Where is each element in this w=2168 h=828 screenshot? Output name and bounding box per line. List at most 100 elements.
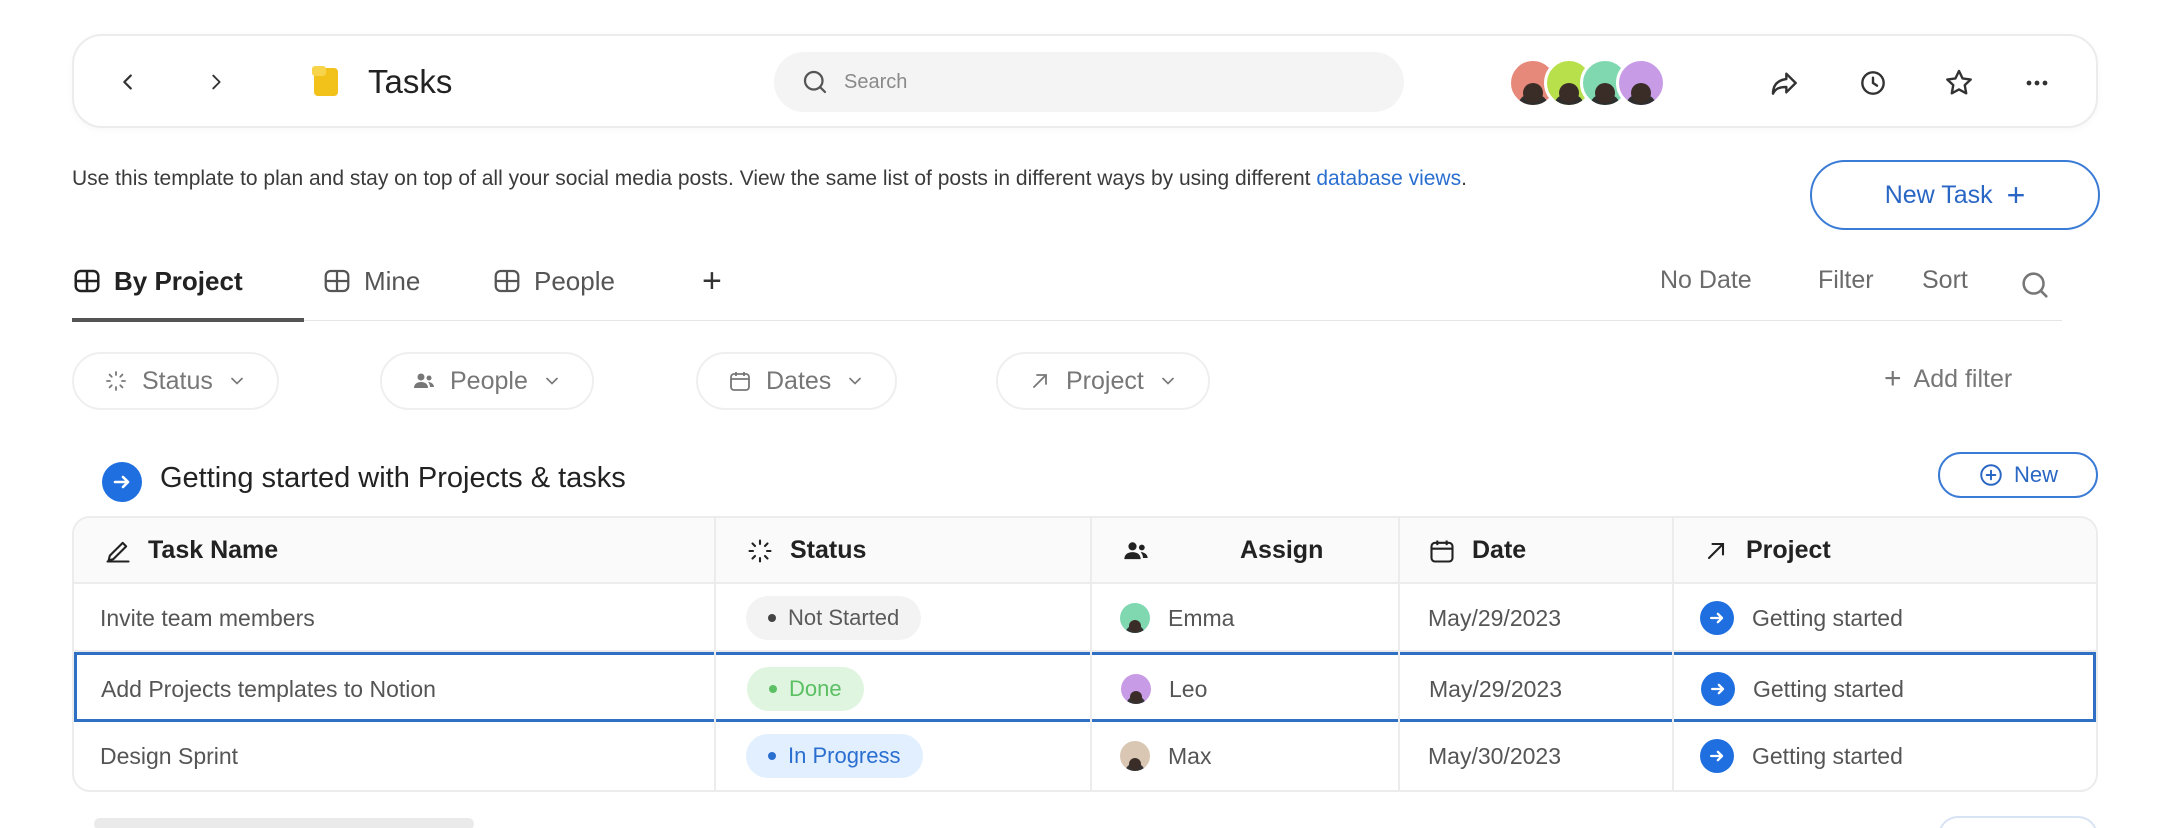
next-group-heading-partial <box>94 818 474 828</box>
database-views-link[interactable]: database views <box>1316 167 1461 190</box>
date-cell[interactable]: May/30/2023 <box>1428 722 1561 790</box>
chip-label: Project <box>1066 366 1144 395</box>
date-cell[interactable]: May/29/2023 <box>1428 584 1561 652</box>
forward-arrow-icon[interactable] <box>192 58 240 106</box>
back-arrow-icon[interactable] <box>104 58 152 106</box>
page-title: Tasks <box>368 63 453 100</box>
task-name-cell[interactable]: Invite team members <box>100 584 315 652</box>
task-name-cell[interactable]: Add Projects templates to Notion <box>101 655 436 723</box>
calendar-icon <box>1430 540 1454 563</box>
column-header-project[interactable]: Project <box>1702 536 1831 565</box>
search-bar[interactable] <box>774 52 1404 112</box>
project-name: Getting started <box>1752 604 1903 631</box>
assignee-name: Max <box>1168 742 1212 769</box>
tabs-divider <box>72 320 2062 321</box>
chevron-down-icon <box>546 377 558 385</box>
status-badge: In Progress <box>746 734 923 778</box>
column-divider <box>714 518 716 790</box>
project-cell[interactable]: Getting started <box>1701 655 1904 723</box>
chevron-down-icon <box>1161 377 1174 385</box>
next-group-new-button-partial[interactable] <box>1938 816 2098 828</box>
filter-button[interactable]: Filter <box>1818 266 1874 295</box>
status-label: Done <box>789 676 842 701</box>
star-icon[interactable] <box>1936 60 1982 106</box>
add-filter-button[interactable]: + Add filter <box>1884 362 2012 396</box>
search-icon <box>803 70 827 94</box>
add-view-button[interactable]: + <box>702 262 722 301</box>
task-name-cell[interactable]: Design Sprint <box>100 722 238 790</box>
status-dot <box>768 614 776 622</box>
project-cell[interactable]: Getting started <box>1700 584 1903 652</box>
description-suffix: . <box>1461 167 1467 190</box>
plus-icon: + <box>2006 177 2026 213</box>
more-options-icon[interactable] <box>2014 60 2060 106</box>
status-badge: Not Started <box>746 596 922 640</box>
new-task-button[interactable]: New Task + <box>1810 160 2100 230</box>
status-filter-chip[interactable]: Status <box>72 352 279 410</box>
date-cell[interactable]: May/29/2023 <box>1429 655 1562 723</box>
avatar <box>1120 603 1150 633</box>
header-label: Status <box>790 536 867 564</box>
table-row[interactable]: Add Projects templates to Notion Done Le… <box>74 652 2096 722</box>
new-label: New <box>2013 462 2058 487</box>
status-cell[interactable]: Done <box>747 655 864 723</box>
table-row[interactable]: Design Sprint In Progress Max May/30/202… <box>74 722 2096 790</box>
assignee-name: Leo <box>1169 675 1208 702</box>
chip-label: Dates <box>766 366 832 395</box>
folder-icon <box>312 66 338 96</box>
assignee-cell[interactable]: Leo <box>1121 655 1207 723</box>
table-header: Task Name Status Assign Date Project <box>74 518 2096 584</box>
description-text: Use this template to plan and stay on to… <box>72 167 1317 190</box>
status-cell[interactable]: In Progress <box>746 722 923 790</box>
tasks-table: Task Name Status Assign Date Project Inv… <box>72 516 2098 792</box>
table-grid-icon <box>324 269 350 293</box>
status-label: Not Started <box>788 605 900 630</box>
people-filter-chip[interactable]: People <box>380 352 594 410</box>
column-header-assign[interactable]: Assign <box>1122 536 1323 565</box>
project-name: Getting started <box>1752 742 1903 769</box>
history-clock-icon[interactable] <box>1850 60 1896 106</box>
sort-button[interactable]: Sort <box>1922 266 1968 295</box>
avatar[interactable] <box>1616 58 1666 108</box>
status-badge: Done <box>747 667 864 711</box>
column-header-status[interactable]: Status <box>746 536 866 565</box>
tab-mine[interactable]: Mine <box>322 258 420 318</box>
new-row-button[interactable]: New <box>1938 452 2098 498</box>
tab-label: People <box>534 266 615 296</box>
column-divider <box>1398 518 1400 790</box>
top-bar: Tasks <box>72 34 2098 128</box>
tab-people[interactable]: People <box>492 258 615 318</box>
project-arrow-icon <box>1700 601 1734 635</box>
search-icon[interactable] <box>2018 268 2052 302</box>
table-grid-icon <box>74 269 100 293</box>
project-filter-chip[interactable]: Project <box>996 352 1210 410</box>
dates-filter-chip[interactable]: Dates <box>696 352 898 410</box>
tab-label: Mine <box>364 266 421 296</box>
tab-by-project[interactable]: By Project <box>72 258 243 318</box>
assignee-cell[interactable]: Max <box>1120 722 1211 790</box>
new-task-label: New Task <box>1884 180 1993 209</box>
chip-label: Status <box>142 366 213 395</box>
plus-icon: + <box>1884 362 1902 395</box>
avatar <box>1120 741 1150 771</box>
status-cell[interactable]: Not Started <box>746 584 922 652</box>
assignee-cell[interactable]: Emma <box>1120 584 1234 652</box>
group-arrow-icon[interactable] <box>102 462 142 502</box>
header-label: Project <box>1746 536 1831 564</box>
add-filter-label: Add filter <box>1913 364 2013 393</box>
search-input[interactable] <box>844 70 1344 94</box>
group-title: Getting started with Projects & tasks <box>160 462 626 494</box>
project-arrow-icon <box>1700 739 1734 773</box>
column-header-date[interactable]: Date <box>1428 536 1526 565</box>
table-grid-icon <box>494 269 520 293</box>
people-icon <box>414 373 434 388</box>
no-date-button[interactable]: No Date <box>1660 266 1752 295</box>
project-cell[interactable]: Getting started <box>1700 722 1903 790</box>
loader-icon <box>748 538 772 563</box>
collaborator-avatars[interactable] <box>1508 58 1666 108</box>
active-tab-indicator <box>72 318 304 322</box>
arrow-up-right-icon <box>1707 542 1725 559</box>
column-header-task[interactable]: Task Name <box>104 536 278 565</box>
share-icon[interactable] <box>1762 60 1808 106</box>
table-row[interactable]: Invite team members Not Started Emma May… <box>74 584 2096 652</box>
